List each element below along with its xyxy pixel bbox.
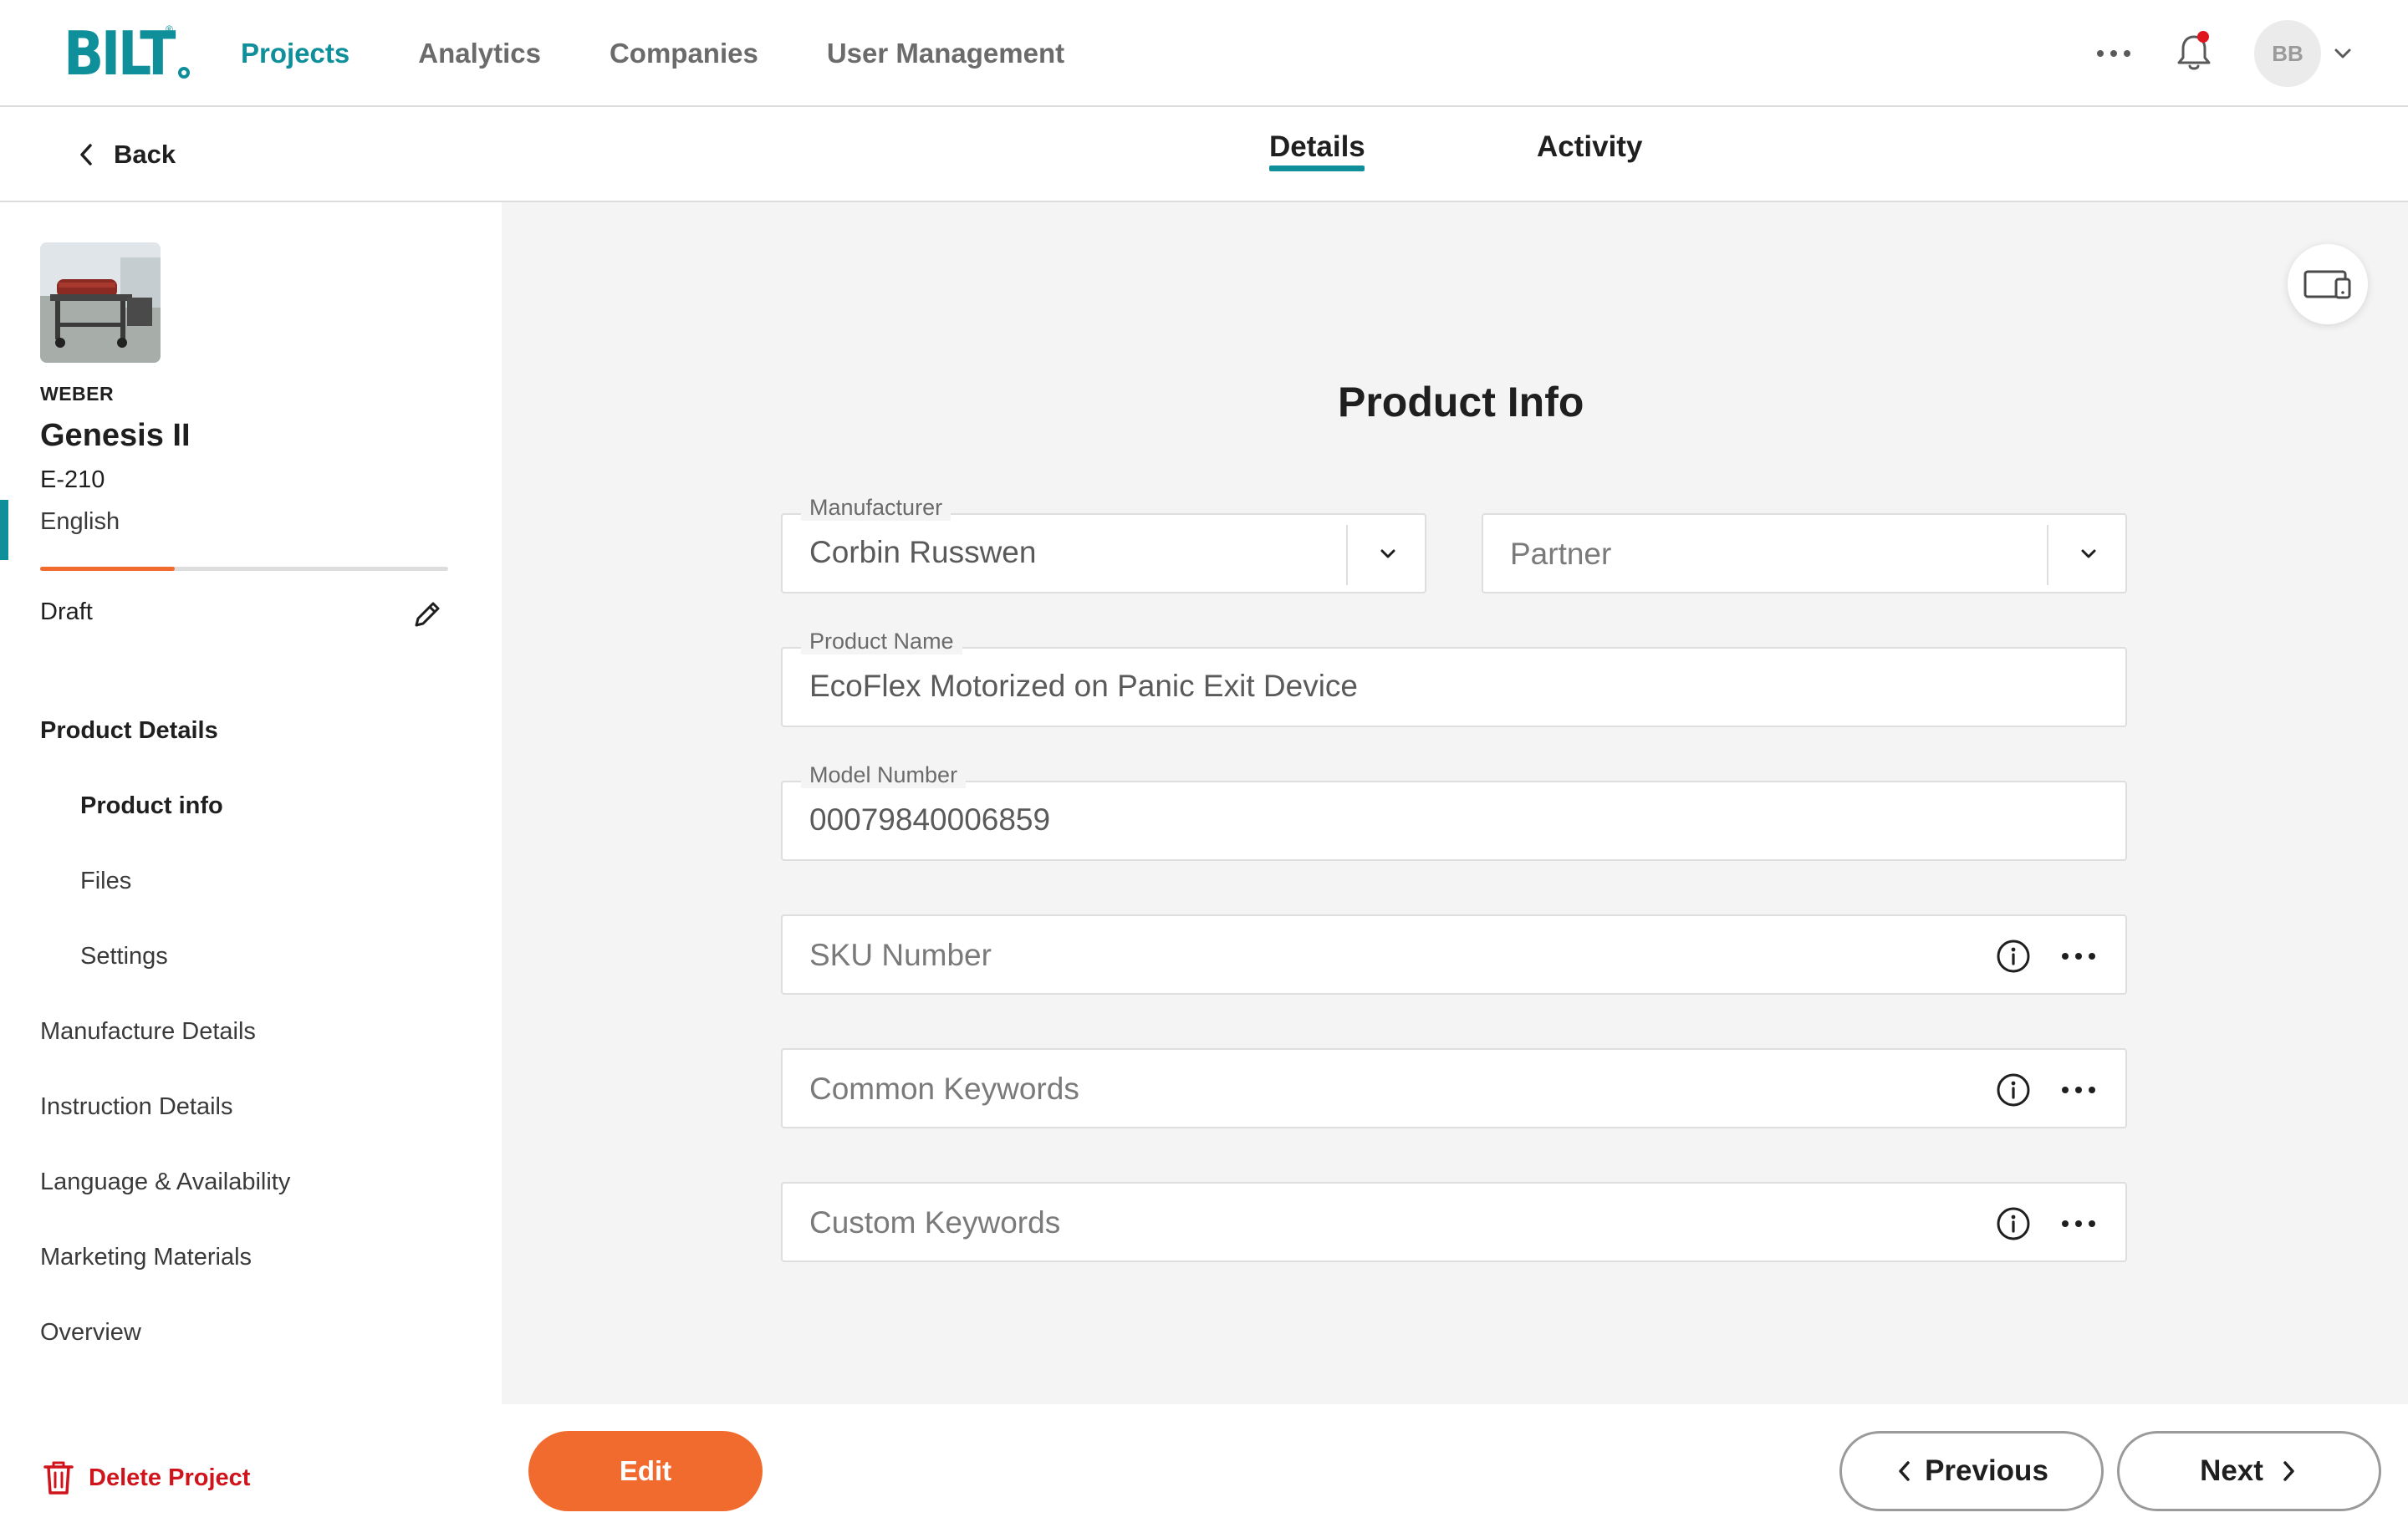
- info-icon[interactable]: [1995, 938, 2032, 975]
- model-number-value: 00079840006859: [809, 802, 1051, 837]
- model-number-field[interactable]: Model Number 00079840006859: [781, 762, 2127, 861]
- product-brand: WEBER: [40, 383, 115, 405]
- sub-header: Back Details Activity: [0, 107, 2408, 202]
- sidebar-item-language-availability[interactable]: Language & Availability: [40, 1169, 290, 1196]
- select-divider: [1346, 525, 1348, 585]
- chevron-down-icon[interactable]: [1375, 542, 1400, 567]
- logo-registered-mark: ®: [166, 23, 173, 35]
- project-progress-bar: [40, 567, 448, 571]
- chevron-down-icon[interactable]: [2331, 42, 2354, 65]
- delete-project-button[interactable]: Delete Project: [42, 1459, 250, 1496]
- manufacturer-select[interactable]: Manufacturer Corbin Russwen: [781, 495, 1426, 593]
- previous-label: Previous: [1925, 1454, 2048, 1487]
- select-divider: [2047, 525, 2048, 585]
- common-keywords-field[interactable]: Common Keywords: [781, 1048, 2127, 1128]
- more-horizontal-icon[interactable]: [2062, 1220, 2095, 1229]
- nav-link-user-management[interactable]: User Management: [827, 38, 1064, 69]
- grill-image: [40, 242, 161, 363]
- info-icon[interactable]: [1995, 1072, 2032, 1108]
- active-tab-indicator: [1269, 166, 1365, 171]
- sidebar-item-overview[interactable]: Overview: [40, 1319, 141, 1347]
- devices-icon: [2303, 270, 2351, 299]
- sku-number-placeholder: SKU Number: [809, 938, 992, 972]
- next-button[interactable]: Next: [2117, 1431, 2381, 1511]
- partner-placeholder: Partner: [1510, 537, 1612, 571]
- back-button[interactable]: Back: [75, 137, 176, 172]
- sidebar-item-instruction-details[interactable]: Instruction Details: [40, 1093, 233, 1121]
- logo-dot: [177, 67, 190, 79]
- product-model: E-210: [40, 466, 105, 493]
- edit-button[interactable]: Edit: [528, 1431, 763, 1511]
- sidebar-item-marketing-materials[interactable]: Marketing Materials: [40, 1244, 252, 1271]
- manufacturer-value: Corbin Russwen: [809, 535, 1037, 569]
- project-progress-fill: [40, 567, 176, 571]
- custom-keywords-field[interactable]: Custom Keywords: [781, 1182, 2127, 1262]
- more-horizontal-icon[interactable]: [2062, 953, 2095, 961]
- nav-link-projects[interactable]: Projects: [241, 38, 349, 69]
- partner-select[interactable]: Partner: [1482, 513, 2127, 593]
- sidebar-item-settings[interactable]: Settings: [80, 943, 168, 970]
- notification-dot: [2197, 31, 2209, 43]
- previous-button[interactable]: Previous: [1839, 1431, 2104, 1511]
- product-thumbnail: [40, 242, 161, 363]
- project-status: Draft: [40, 598, 93, 625]
- delete-project-label: Delete Project: [89, 1464, 251, 1491]
- bilt-logo[interactable]: BILT ®: [64, 23, 190, 84]
- sidebar-active-indicator: [0, 500, 8, 560]
- chevron-left-icon: [1899, 1461, 1910, 1481]
- user-avatar[interactable]: BB: [2254, 20, 2321, 87]
- tab-details[interactable]: Details: [1269, 130, 1365, 164]
- trash-icon: [43, 1461, 74, 1495]
- custom-keywords-placeholder: Custom Keywords: [809, 1205, 1061, 1240]
- chevron-left-icon: [80, 144, 92, 166]
- chevron-right-icon: [2283, 1461, 2294, 1481]
- nav-link-analytics[interactable]: Analytics: [418, 38, 541, 69]
- sidebar-item-product-info[interactable]: Product info: [80, 792, 223, 820]
- info-icon[interactable]: [1995, 1205, 2032, 1242]
- top-navigation: BILT ® Projects Analytics Companies User…: [0, 0, 2408, 107]
- next-label: Next: [2200, 1454, 2263, 1487]
- sku-number-field[interactable]: SKU Number: [781, 914, 2127, 995]
- common-keywords-placeholder: Common Keywords: [809, 1072, 1079, 1106]
- sidebar-item-files[interactable]: Files: [80, 868, 131, 895]
- logo-text: BILT: [64, 18, 176, 89]
- section-title: Product Info: [1338, 379, 1584, 425]
- model-number-label: Model Number: [801, 762, 967, 788]
- product-name-label: Product Name: [801, 629, 962, 654]
- more-horizontal-icon[interactable]: [2097, 45, 2130, 62]
- nav-link-companies[interactable]: Companies: [610, 38, 758, 69]
- project-sidebar: WEBER Genesis II E-210 English Draft Pro…: [0, 202, 502, 1538]
- product-title: Genesis II: [40, 418, 191, 453]
- manufacturer-label: Manufacturer: [801, 495, 951, 521]
- chevron-down-icon[interactable]: [2076, 542, 2101, 567]
- product-name-field[interactable]: Product Name EcoFlex Motorized on Panic …: [781, 629, 2127, 727]
- sidebar-item-manufacture-details[interactable]: Manufacture Details: [40, 1018, 256, 1046]
- main-nav: Projects Analytics Companies User Manage…: [241, 0, 1133, 107]
- product-name-value: EcoFlex Motorized on Panic Exit Device: [809, 669, 1358, 703]
- bell-icon[interactable]: [2174, 30, 2214, 74]
- pencil-icon[interactable]: [410, 597, 445, 632]
- sidebar-item-product-details[interactable]: Product Details: [40, 717, 218, 745]
- device-preview-button[interactable]: [2288, 244, 2368, 324]
- back-label: Back: [114, 140, 176, 169]
- product-language: English: [40, 508, 120, 535]
- more-horizontal-icon[interactable]: [2062, 1087, 2095, 1095]
- tab-activity[interactable]: Activity: [1537, 130, 1642, 164]
